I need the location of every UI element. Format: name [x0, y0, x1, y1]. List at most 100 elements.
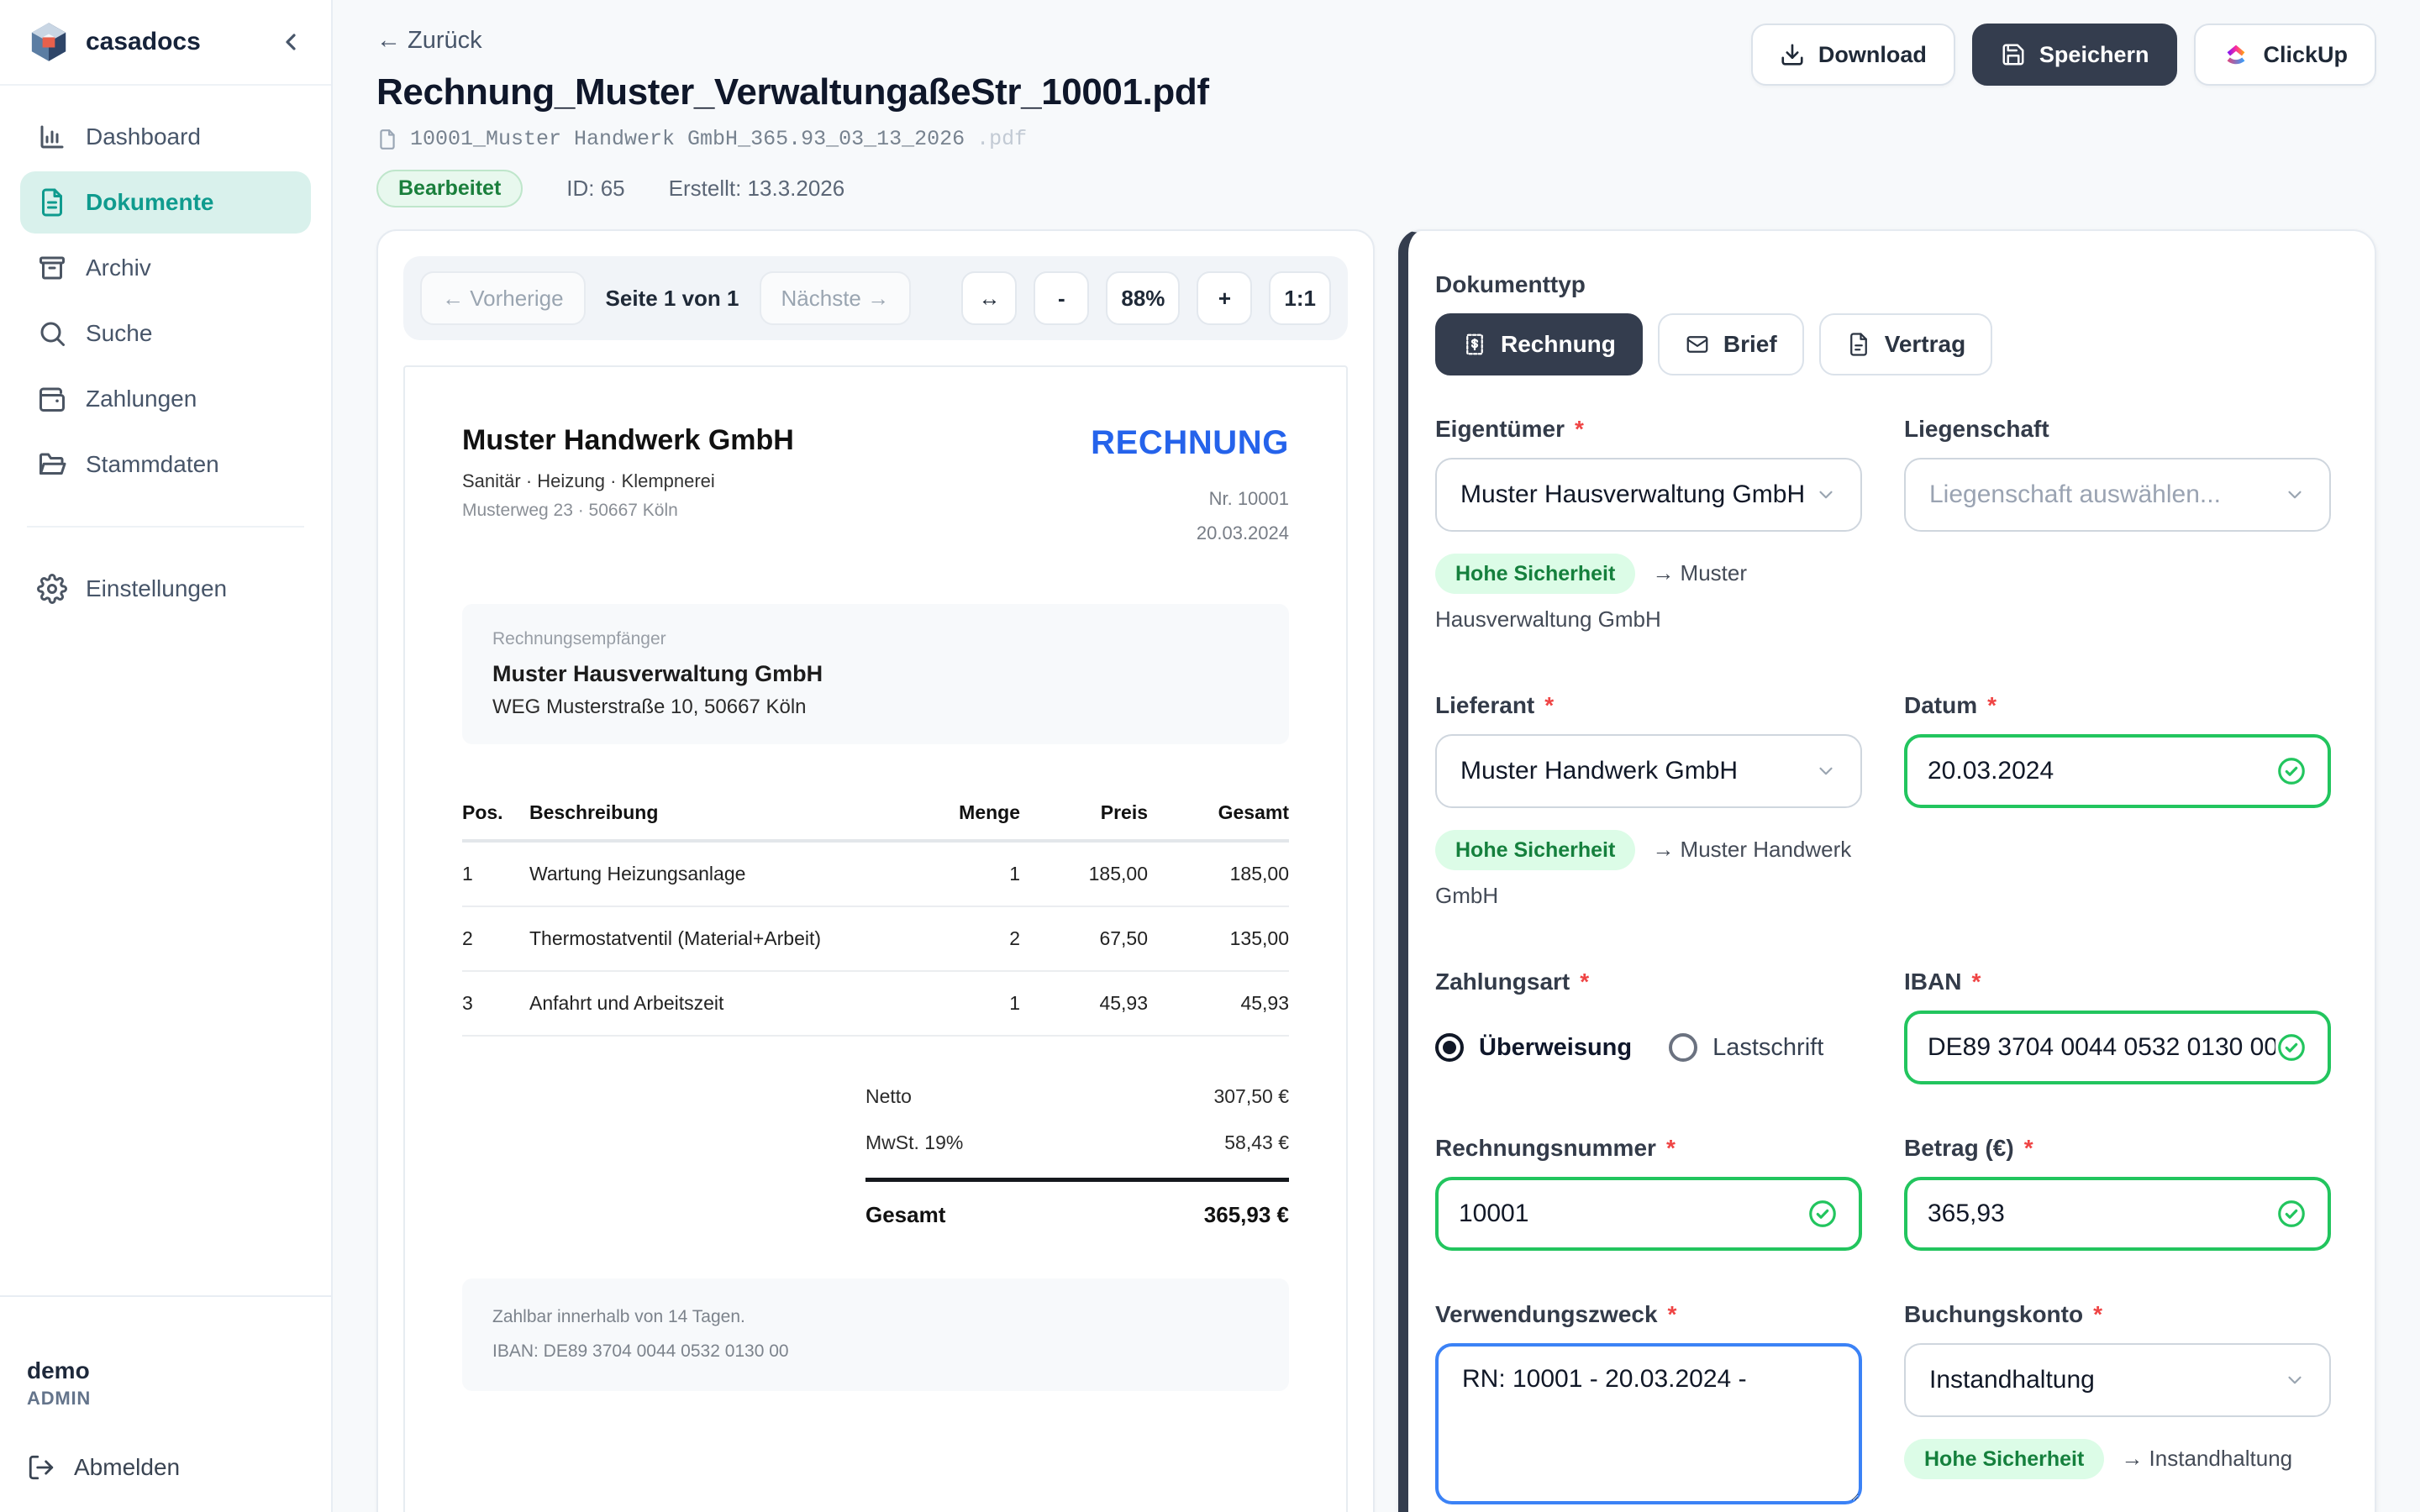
verwendungszweck-label-text: Verwendungszweck	[1435, 1301, 1658, 1328]
sidebar-item-label: Dokumente	[86, 189, 213, 216]
netto-label: Netto	[865, 1085, 912, 1108]
zahlungsart-options: Überweisung Lastschrift	[1435, 1011, 1862, 1084]
doc-type-vertrag-label: Vertrag	[1885, 331, 1966, 358]
datum-input[interactable]	[1928, 757, 2275, 785]
sidebar-item-label: Archiv	[86, 255, 151, 281]
zoom-in-button[interactable]: +	[1197, 271, 1252, 325]
sidebar-item-stammdaten[interactable]: Stammdaten	[20, 433, 311, 496]
download-label: Download	[1818, 42, 1927, 68]
col-total: Gesamt	[1148, 791, 1289, 841]
status-badge: Bearbeitet	[376, 170, 523, 207]
tax-label: MwSt. 19%	[865, 1131, 963, 1154]
col-qty: Menge	[923, 791, 1020, 841]
doc-type-rechnung-label: Rechnung	[1501, 331, 1616, 358]
wallet-icon	[37, 384, 67, 414]
doc-type-label: Dokumenttyp	[1435, 271, 2331, 298]
gear-icon	[37, 574, 67, 604]
field-buchungskonto: Buchungskonto* Instandhaltung Hohe Siche…	[1904, 1301, 2331, 1512]
sidebar-nav: Dashboard Dokumente Archiv Suche	[0, 86, 331, 620]
search-icon	[37, 318, 67, 349]
betrag-input[interactable]	[1928, 1200, 2275, 1228]
doc-type-vertrag-button[interactable]: Vertrag	[1819, 313, 1993, 375]
next-page-button[interactable]: Nächste →	[760, 271, 912, 325]
total-label: Gesamt	[865, 1202, 945, 1228]
prev-page-button[interactable]: ← Vorherige	[420, 271, 586, 325]
invoice-company-address: Musterweg 23 · 50667 Köln	[462, 501, 794, 521]
eigentuemer-select[interactable]: Muster Hausverwaltung GmbH	[1435, 458, 1862, 532]
cell-desc: Wartung Heizungsanlage	[529, 841, 923, 906]
tax-row: MwSt. 19% 58,43 €	[865, 1120, 1289, 1166]
save-button[interactable]: Speichern	[1972, 24, 2178, 86]
liegenschaft-label: Liegenschaft	[1904, 416, 2331, 443]
download-button[interactable]: Download	[1751, 24, 1955, 86]
doc-type-brief-button[interactable]: Brief	[1658, 313, 1804, 375]
radio-ueberweisung[interactable]: Überweisung	[1435, 1033, 1632, 1062]
check-circle-icon	[2275, 1198, 2307, 1230]
user-role: ADMIN	[27, 1388, 304, 1410]
buchungskonto-confidence: Hohe Sicherheit→ Instandhaltung	[1904, 1436, 2331, 1482]
iban-input-wrapper	[1904, 1011, 2331, 1084]
lieferant-select[interactable]: Muster Handwerk GmbH	[1435, 734, 1862, 808]
table-row: 2 Thermostatventil (Material+Arbeit) 2 6…	[462, 906, 1289, 971]
required-mark: *	[1666, 1135, 1676, 1162]
invoice-doc-title: RECHNUNG	[1091, 424, 1289, 462]
liegenschaft-select[interactable]: Liegenschaft auswählen...	[1904, 458, 2331, 532]
zoom-out-button[interactable]: -	[1034, 271, 1089, 325]
field-rechnungsnummer: Rechnungsnummer*	[1435, 1135, 1862, 1251]
logout-button[interactable]: Abmelden	[27, 1453, 304, 1482]
chevron-down-icon	[2284, 1369, 2306, 1391]
recipient-address: WEG Musterstraße 10, 50667 Köln	[492, 696, 1259, 719]
iban-input[interactable]	[1928, 1033, 2275, 1062]
document-icon	[1846, 332, 1871, 357]
zoom-level: 88%	[1106, 271, 1180, 325]
sidebar-item-zahlungen[interactable]: Zahlungen	[20, 368, 311, 430]
invoice-table: Pos. Beschreibung Menge Preis Gesamt 1 W…	[462, 791, 1289, 1037]
invoice-doc-block: RECHNUNG Nr. 10001 20.03.2024	[1091, 424, 1289, 550]
content-row: ← Vorherige Seite 1 von 1 Nächste → ↔ - …	[376, 229, 2376, 1512]
sidebar-item-label: Stammdaten	[86, 451, 219, 478]
doc-type-rechnung-button[interactable]: Rechnung	[1435, 313, 1643, 375]
zoom-reset-button[interactable]: 1:1	[1269, 271, 1331, 325]
eigentuemer-confidence: Hohe Sicherheit→ Muster Hausverwaltung G…	[1435, 550, 1862, 642]
back-link[interactable]: ← Zurück	[376, 27, 482, 55]
buchungskonto-select[interactable]: Instandhaltung	[1904, 1343, 2331, 1417]
doc-type-brief-label: Brief	[1723, 331, 1777, 358]
sidebar: casadocs Dashboard Dokumente	[0, 0, 333, 1512]
netto-row: Netto 307,50 €	[865, 1074, 1289, 1120]
cell-desc: Anfahrt und Arbeitszeit	[529, 971, 923, 1036]
required-mark: *	[1575, 416, 1584, 443]
radio-unselected-icon	[1669, 1033, 1697, 1062]
check-circle-icon	[2275, 755, 2307, 787]
fit-width-button[interactable]: ↔	[961, 271, 1017, 325]
sidebar-collapse-icon[interactable]	[277, 29, 304, 55]
document-form-panel: Dokumenttyp Rechnung Brief	[1398, 229, 2376, 1512]
sidebar-item-suche[interactable]: Suche	[20, 302, 311, 365]
rechnungsnummer-input[interactable]	[1459, 1200, 1807, 1228]
invoice-date: 20.03.2024	[1091, 517, 1289, 551]
lieferant-value: Muster Handwerk GmbH	[1460, 757, 1815, 785]
radio-lastschrift[interactable]: Lastschrift	[1669, 1033, 1823, 1062]
rechnungsnummer-label: Rechnungsnummer*	[1435, 1135, 1862, 1162]
cell-price: 45,93	[1020, 971, 1148, 1036]
clickup-label: ClickUp	[2263, 42, 2348, 68]
liegenschaft-placeholder: Liegenschaft auswählen...	[1929, 480, 2284, 509]
sidebar-item-dokumente[interactable]: Dokumente	[20, 171, 311, 234]
sidebar-item-archiv[interactable]: Archiv	[20, 237, 311, 299]
doc-type-label-text: Dokumenttyp	[1435, 271, 1586, 298]
invoice-doc-meta: Nr. 10001 20.03.2024	[1091, 482, 1289, 550]
field-verwendungszweck: Verwendungszweck* RN: 10001 - 20.03.2024…	[1435, 1301, 1862, 1512]
sidebar-item-einstellungen[interactable]: Einstellungen	[20, 558, 311, 620]
sidebar-item-dashboard[interactable]: Dashboard	[20, 106, 311, 168]
iban-label-text: IBAN	[1904, 969, 1961, 995]
clickup-button[interactable]: ClickUp	[2194, 24, 2376, 86]
header-actions: Download Speichern	[1751, 24, 2376, 86]
archive-icon	[37, 253, 67, 283]
required-mark: *	[1987, 692, 1996, 719]
verwendungszweck-textarea[interactable]: RN: 10001 - 20.03.2024 -	[1435, 1343, 1862, 1504]
bar-chart-icon	[37, 122, 67, 152]
check-circle-icon	[1807, 1198, 1839, 1230]
casadocs-logo-icon	[27, 20, 71, 64]
betrag-label: Betrag (€)*	[1904, 1135, 2331, 1162]
table-row: 3 Anfahrt und Arbeitszeit 1 45,93 45,93	[462, 971, 1289, 1036]
cell-price: 67,50	[1020, 906, 1148, 971]
